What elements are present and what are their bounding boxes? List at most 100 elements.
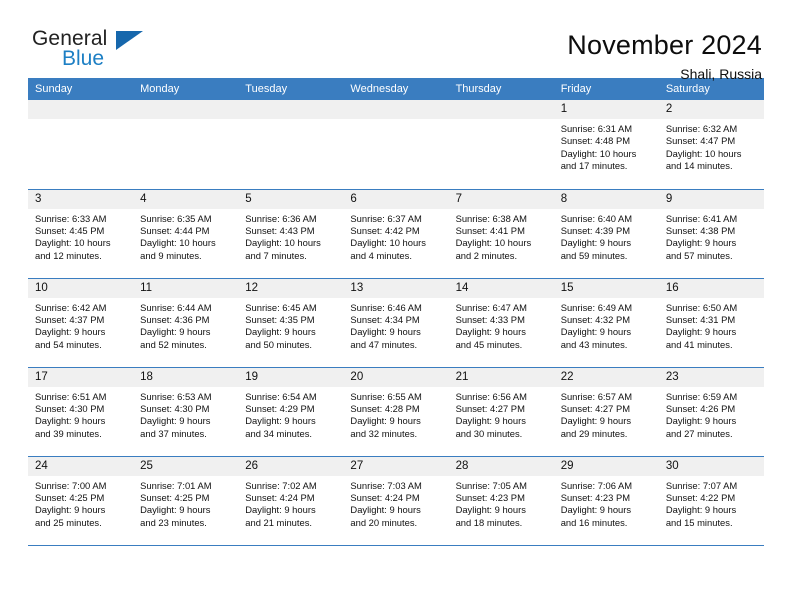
day-number: 27 [343, 456, 449, 476]
calendar-day-cell[interactable]: 8 Sunrise: 6:40 AM Sunset: 4:39 PM Daylight… [553, 188, 659, 278]
daylight-duration-line1: Daylight: 9 hours [35, 415, 106, 427]
daylight-duration-line1: Daylight: 9 hours [140, 326, 211, 338]
calendar-day-cell[interactable]: 5 Sunrise: 6:36 AM Sunset: 4:43 PM Daylight… [238, 188, 344, 278]
sunrise-time: Sunrise: 6:54 AM [245, 390, 317, 402]
sunset-time: Sunset: 4:28 PM [350, 402, 420, 414]
weekday-header-monday: Monday [133, 78, 239, 100]
day-detail-lines: Sunrise: 7:01 AM Sunset: 4:25 PM Daylight:… [133, 476, 238, 530]
calendar-day: 16 Sunrise: 6:50 AM Sunset: 4:31 PM Dayligh… [658, 278, 764, 367]
calendar-day-cell[interactable]: 2 Sunrise: 6:32 AM Sunset: 4:47 PM Daylight… [658, 100, 764, 189]
calendar-day-cell[interactable]: 23 Sunrise: 6:59 AM Sunset: 4:26 PM Dayligh… [658, 366, 764, 456]
calendar-day-cell[interactable]: 30 Sunrise: 7:07 AM Sunset: 4:22 PM Dayligh… [658, 455, 764, 546]
sunrise-time: Sunrise: 7:00 AM [35, 479, 107, 491]
calendar-day-cell[interactable] [133, 100, 239, 189]
weekday-header-sunday: Sunday [28, 78, 134, 100]
daylight-duration-line1: Daylight: 9 hours [350, 415, 421, 427]
day-number: 2 [658, 100, 764, 119]
day-number [28, 100, 134, 119]
daylight-duration-line1: Daylight: 9 hours [140, 415, 211, 427]
sunrise-time: Sunrise: 6:49 AM [560, 301, 633, 313]
daylight-duration-line1: Daylight: 9 hours [560, 326, 632, 338]
calendar-day-cell[interactable]: 14 Sunrise: 6:47 AM Sunset: 4:33 PM Dayligh… [448, 277, 554, 367]
day-detail-lines: Sunrise: 6:56 AM Sunset: 4:27 PM Daylight:… [449, 387, 554, 441]
calendar-day-cell[interactable]: 10 Sunrise: 6:42 AM Sunset: 4:37 PM Dayligh… [28, 277, 134, 367]
calendar-day: 7 Sunrise: 6:38 AM Sunset: 4:41 PM Daylight… [448, 189, 554, 278]
sunset-time: Sunset: 4:25 PM [35, 491, 105, 503]
daylight-duration-line1: Daylight: 10 hours [350, 237, 426, 249]
day-number: 23 [658, 367, 764, 387]
calendar-day: 24 Sunrise: 7:00 AM Sunset: 4:25 PM Dayligh… [28, 456, 134, 545]
daylight-duration-line2: and 50 minutes. [245, 338, 312, 350]
calendar-day-cell[interactable]: 27 Sunrise: 7:03 AM Sunset: 4:24 PM Dayligh… [343, 455, 449, 546]
calendar-day: 11 Sunrise: 6:44 AM Sunset: 4:36 PM Dayligh… [133, 278, 239, 367]
day-number: 11 [133, 278, 239, 298]
calendar-day-cell[interactable]: 29 Sunrise: 7:06 AM Sunset: 4:23 PM Dayligh… [553, 455, 659, 546]
calendar-day-cell[interactable]: 25 Sunrise: 7:01 AM Sunset: 4:25 PM Dayligh… [133, 455, 239, 546]
day-number: 17 [28, 367, 134, 387]
day-detail-lines: Sunrise: 6:49 AM Sunset: 4:32 PM Daylight:… [554, 298, 659, 352]
day-number: 7 [448, 189, 554, 209]
calendar-day: 15 Sunrise: 6:49 AM Sunset: 4:32 PM Dayligh… [553, 278, 659, 367]
calendar-day-cell[interactable]: 13 Sunrise: 6:46 AM Sunset: 4:34 PM Dayligh… [343, 277, 449, 367]
calendar-body: 1 Sunrise: 6:31 AM Sunset: 4:48 PM Daylight… [28, 100, 764, 546]
calendar-week-row: 24 Sunrise: 7:00 AM Sunset: 4:25 PM Dayligh… [28, 455, 764, 546]
page-title: November 2024 [567, 30, 762, 60]
calendar-day-cell[interactable]: 21 Sunrise: 6:56 AM Sunset: 4:27 PM Dayligh… [448, 366, 554, 456]
day-detail-lines: Sunrise: 6:35 AM Sunset: 4:44 PM Daylight:… [133, 209, 238, 263]
calendar-day-cell[interactable] [448, 100, 554, 189]
calendar-day-cell[interactable]: 11 Sunrise: 6:44 AM Sunset: 4:36 PM Dayligh… [133, 277, 239, 367]
day-number: 14 [448, 278, 554, 298]
general-blue-logo[interactable]: General Blue [30, 27, 145, 75]
day-detail-lines: Sunrise: 6:41 AM Sunset: 4:38 PM Daylight:… [659, 209, 764, 263]
calendar-day: 19 Sunrise: 6:54 AM Sunset: 4:29 PM Dayligh… [238, 367, 344, 456]
calendar-week-row: 1 Sunrise: 6:31 AM Sunset: 4:48 PM Daylight… [28, 100, 764, 189]
daylight-duration-line1: Daylight: 9 hours [665, 415, 737, 427]
calendar-day-cell[interactable]: 9 Sunrise: 6:41 AM Sunset: 4:38 PM Daylight… [658, 188, 764, 278]
daylight-duration-line1: Daylight: 9 hours [245, 504, 316, 516]
calendar-day-cell[interactable] [28, 100, 134, 189]
calendar-day: 27 Sunrise: 7:03 AM Sunset: 4:24 PM Dayligh… [343, 456, 449, 545]
sunset-time: Sunset: 4:47 PM [665, 135, 736, 147]
sunrise-time: Sunrise: 7:06 AM [560, 479, 633, 491]
day-detail-lines: Sunrise: 7:05 AM Sunset: 4:23 PM Daylight:… [449, 476, 554, 530]
calendar-day-cell[interactable] [343, 100, 449, 189]
daylight-duration-line2: and 57 minutes. [665, 249, 733, 261]
day-detail-lines: Sunrise: 7:06 AM Sunset: 4:23 PM Daylight:… [554, 476, 659, 530]
daylight-duration-line2: and 23 minutes. [140, 516, 207, 528]
day-number: 25 [133, 456, 239, 476]
day-detail-lines: Sunrise: 6:54 AM Sunset: 4:29 PM Daylight:… [238, 387, 343, 441]
calendar-day-cell[interactable]: 6 Sunrise: 6:37 AM Sunset: 4:42 PM Daylight… [343, 188, 449, 278]
calendar-day-cell[interactable]: 26 Sunrise: 7:02 AM Sunset: 4:24 PM Dayligh… [238, 455, 344, 546]
calendar-day: 6 Sunrise: 6:37 AM Sunset: 4:42 PM Daylight… [343, 189, 449, 278]
calendar-day-cell[interactable]: 24 Sunrise: 7:00 AM Sunset: 4:25 PM Dayligh… [28, 455, 134, 546]
calendar-day: 14 Sunrise: 6:47 AM Sunset: 4:33 PM Dayligh… [448, 278, 554, 367]
calendar-day-cell[interactable]: 15 Sunrise: 6:49 AM Sunset: 4:32 PM Dayligh… [553, 277, 659, 367]
sunset-time: Sunset: 4:24 PM [350, 491, 420, 503]
weekday-header-thursday: Thursday [448, 78, 554, 100]
day-detail-lines: Sunrise: 6:38 AM Sunset: 4:41 PM Daylight:… [449, 209, 554, 263]
calendar-day-cell[interactable]: 1 Sunrise: 6:31 AM Sunset: 4:48 PM Daylight… [553, 100, 659, 189]
day-number: 24 [28, 456, 134, 476]
sunset-time: Sunset: 4:23 PM [560, 491, 631, 503]
calendar-day-cell[interactable]: 19 Sunrise: 6:54 AM Sunset: 4:29 PM Dayligh… [238, 366, 344, 456]
calendar-day-cell[interactable]: 22 Sunrise: 6:57 AM Sunset: 4:27 PM Dayligh… [553, 366, 659, 456]
daylight-duration-line2: and 20 minutes. [350, 516, 418, 528]
calendar-day-cell[interactable]: 7 Sunrise: 6:38 AM Sunset: 4:41 PM Daylight… [448, 188, 554, 278]
day-number: 15 [553, 278, 659, 298]
calendar-day-cell[interactable]: 20 Sunrise: 6:55 AM Sunset: 4:28 PM Dayligh… [343, 366, 449, 456]
calendar-day-cell[interactable] [238, 100, 344, 189]
sunrise-time: Sunrise: 6:56 AM [455, 390, 527, 402]
calendar-week-row: 10 Sunrise: 6:42 AM Sunset: 4:37 PM Dayligh… [28, 277, 764, 367]
calendar-day-cell[interactable]: 18 Sunrise: 6:53 AM Sunset: 4:30 PM Dayligh… [133, 366, 239, 456]
sunset-time: Sunset: 4:23 PM [455, 491, 525, 503]
calendar-day-cell[interactable]: 17 Sunrise: 6:51 AM Sunset: 4:30 PM Dayligh… [28, 366, 134, 456]
calendar-day: 29 Sunrise: 7:06 AM Sunset: 4:23 PM Dayligh… [553, 456, 659, 545]
sunset-time: Sunset: 4:34 PM [350, 313, 420, 325]
calendar-day-cell[interactable]: 4 Sunrise: 6:35 AM Sunset: 4:44 PM Daylight… [133, 188, 239, 278]
calendar-day-cell[interactable]: 16 Sunrise: 6:50 AM Sunset: 4:31 PM Dayligh… [658, 277, 764, 367]
calendar-day-cell[interactable]: 28 Sunrise: 7:05 AM Sunset: 4:23 PM Dayligh… [448, 455, 554, 546]
daylight-duration-line1: Daylight: 9 hours [350, 504, 421, 516]
calendar-day-cell[interactable]: 3 Sunrise: 6:33 AM Sunset: 4:45 PM Daylight… [28, 188, 134, 278]
calendar-day-cell[interactable]: 12 Sunrise: 6:45 AM Sunset: 4:35 PM Dayligh… [238, 277, 344, 367]
day-detail-lines: Sunrise: 6:53 AM Sunset: 4:30 PM Daylight:… [133, 387, 238, 441]
